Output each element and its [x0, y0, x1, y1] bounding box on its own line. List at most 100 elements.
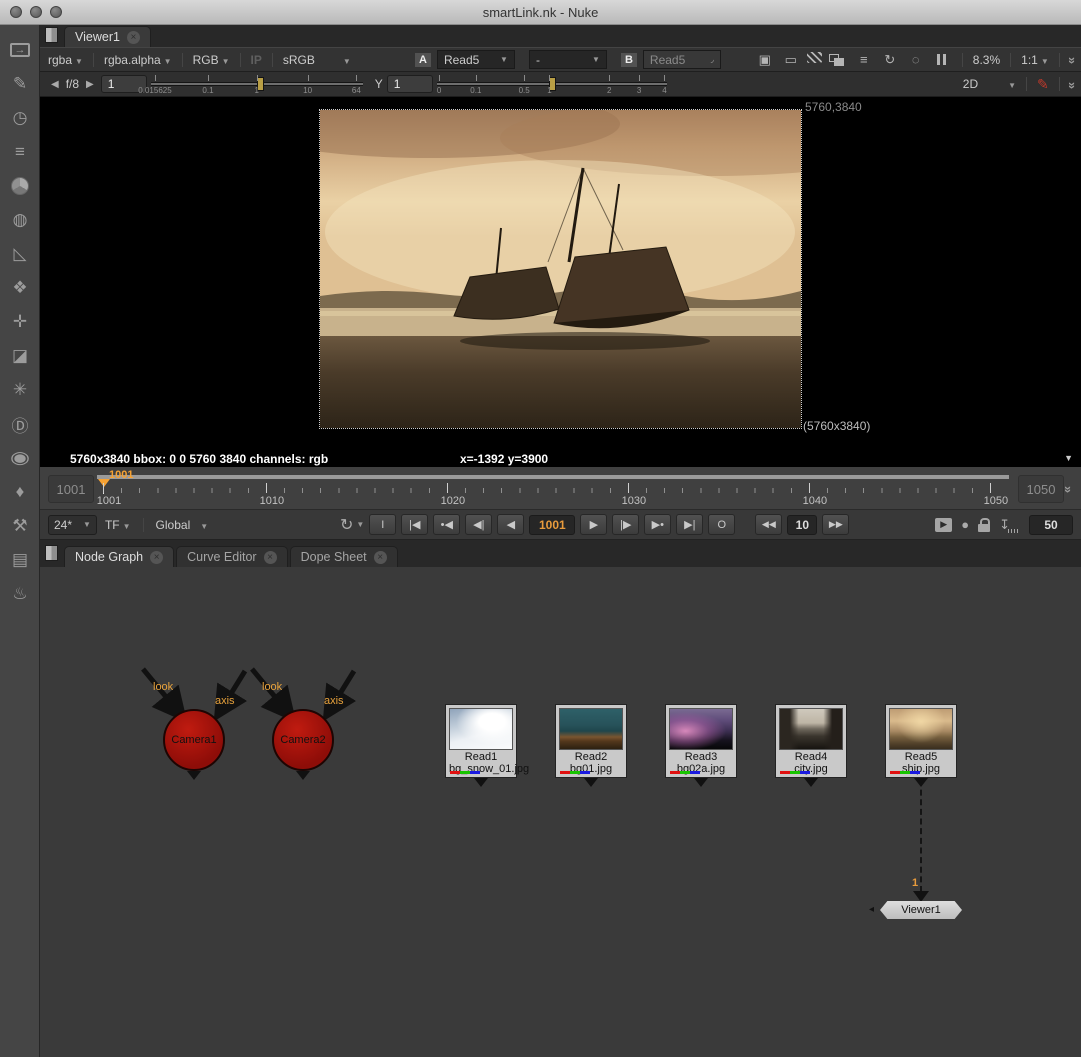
step-back-button[interactable]: ◀|	[465, 514, 492, 535]
transform-move-icon[interactable]: ✛	[0, 305, 40, 339]
play-backward-button[interactable]: ◀	[497, 514, 524, 535]
node-read2[interactable]: Read2bg01.jpg	[555, 704, 627, 778]
increment-frame-button[interactable]: ▶▶	[822, 514, 849, 535]
fps-select[interactable]: 24*▼	[48, 515, 97, 535]
pane-menu-icon[interactable]	[45, 27, 58, 43]
roi-icon[interactable]: ◌	[906, 52, 926, 68]
timeline-ruler[interactable]: 1001 100110101020103010401050	[97, 473, 1009, 507]
editor-tabbar: Node Graph×Curve Editor×Dope Sheet×	[40, 540, 1081, 567]
node-read4[interactable]: Read4city.jpg	[775, 704, 847, 778]
deep-icon[interactable]: Ⓓ	[0, 407, 40, 441]
b-input-select[interactable]: Read5◞	[643, 50, 721, 69]
collapse-chevron-icon[interactable]: »	[1065, 57, 1080, 62]
other-drawer-icon[interactable]: ▤	[0, 543, 40, 577]
annotation-pen-icon[interactable]: ✎	[1037, 76, 1049, 93]
viewer-canvas[interactable]: 5760,3840 (5760x3840)	[40, 97, 1081, 450]
range-end-input[interactable]: 1050	[1018, 475, 1064, 503]
node-read1[interactable]: Read1bg_snow_01.jpg	[445, 704, 517, 778]
fstop-label[interactable]: f/8	[66, 77, 79, 91]
pixel-aspect-select[interactable]: 1:1▼	[1021, 53, 1049, 67]
prev-keyframe-button[interactable]: •◀	[433, 514, 460, 535]
channel-layer-select[interactable]: rgba▼	[48, 53, 83, 67]
frame-range-select[interactable]: Global▼	[156, 518, 209, 532]
stack-mode-icon[interactable]: ≡	[854, 52, 874, 68]
refresh-icon[interactable]: ↻	[880, 52, 900, 68]
next-keyframe-button[interactable]: ▶•	[644, 514, 671, 535]
play-forward-button[interactable]: ▶	[580, 514, 607, 535]
color-wheel-icon[interactable]	[0, 169, 40, 203]
display-channel-select[interactable]: RGB▼	[193, 53, 230, 67]
gain-slider[interactable]: 0.0156250.111064	[151, 73, 363, 95]
node-viewer1[interactable]: Viewer1	[880, 901, 962, 919]
overlay-compare-icon[interactable]	[828, 52, 848, 68]
range-loop-button[interactable]: O	[708, 514, 735, 535]
channel-bars-icon[interactable]: ≡	[0, 135, 40, 169]
particles-icon[interactable]: ✳	[0, 373, 40, 407]
gain-display-icon[interactable]: ▣	[755, 52, 775, 68]
time-clock-icon[interactable]: ◷	[0, 101, 40, 135]
tab-dope-sheet[interactable]: Dope Sheet×	[290, 546, 398, 567]
furnace-flame-icon[interactable]: ♨	[0, 577, 40, 611]
a-input-select[interactable]: Read5▼	[437, 50, 515, 69]
zoom-level[interactable]: 8.3%	[973, 53, 1000, 67]
camera-node-body[interactable]: Camera2	[272, 709, 334, 771]
node-read5[interactable]: Read5ship.jpg	[885, 704, 957, 778]
frame-increment-input[interactable]: 10	[787, 515, 817, 535]
play-flipbook-icon[interactable]: ▶	[935, 518, 952, 532]
close-tab-icon[interactable]: ×	[264, 551, 277, 564]
view-mode-select[interactable]: 2D▼	[963, 77, 1016, 91]
current-frame-input[interactable]: 1001	[529, 515, 575, 535]
draw-pencil-icon[interactable]: ✎	[0, 67, 40, 101]
tab-curve-editor[interactable]: Curve Editor×	[176, 546, 287, 567]
filter-pattern-icon[interactable]: ◍	[0, 203, 40, 237]
mask-display-icon[interactable]: ▭	[781, 52, 801, 68]
goto-end-button[interactable]: ▶|	[676, 514, 703, 535]
status-menu-icon[interactable]: ▼	[1064, 453, 1073, 463]
3d-cube-icon[interactable]: ◪	[0, 339, 40, 373]
keyer-sampler-icon[interactable]: ◺	[0, 237, 40, 271]
collapse-chevron-icon[interactable]: »	[1065, 81, 1080, 86]
desired-fps-input[interactable]: 50	[1029, 515, 1073, 535]
minimize-window-icon[interactable]	[30, 6, 42, 18]
alpha-channel-select[interactable]: rgba.alpha▼	[104, 53, 172, 67]
stop-up-icon[interactable]: ▶	[83, 79, 97, 90]
node-read3[interactable]: Read3bg02a.jpg	[665, 704, 737, 778]
gamma-input[interactable]: 1	[387, 75, 433, 93]
range-start-input[interactable]: 1001	[48, 475, 94, 503]
decrement-frame-button[interactable]: ◀◀	[755, 514, 782, 535]
close-tab-icon[interactable]: ×	[127, 31, 140, 44]
viewer-colorspace-select[interactable]: sRGB▼	[283, 53, 351, 67]
camera-node-body[interactable]: Camera1	[163, 709, 225, 771]
loop-mode-icon[interactable]: ↻▼	[340, 515, 364, 535]
goto-start-button[interactable]: |◀	[401, 514, 428, 535]
metadata-tag-icon[interactable]: ♦	[0, 475, 40, 509]
wipe-icon[interactable]	[807, 52, 822, 63]
compare-op-select[interactable]: -▼	[529, 50, 607, 69]
record-icon[interactable]: ●	[961, 517, 969, 532]
render-to-timeline-icon[interactable]: ↧	[999, 517, 1019, 533]
input-mode-button[interactable]: I	[369, 514, 396, 535]
image-resolution-label: (5760x3840)	[803, 419, 870, 433]
title-bar[interactable]: smartLink.nk - Nuke	[0, 0, 1081, 25]
lock-range-icon[interactable]	[978, 518, 990, 532]
playback-mode-select[interactable]: TF▼	[105, 518, 131, 532]
merge-layers-icon[interactable]: ❖	[0, 271, 40, 305]
close-window-icon[interactable]	[10, 6, 22, 18]
tab-viewer1[interactable]: Viewer1 ×	[64, 26, 151, 47]
toolsets-wrench-icon[interactable]: ⚒	[0, 509, 40, 543]
stop-down-icon[interactable]: ◀	[48, 79, 62, 90]
pause-icon[interactable]	[932, 52, 952, 68]
node-graph[interactable]: 1 ◂ Viewer1 lookaxisCamera1lookaxisCamer…	[40, 567, 1081, 1057]
tab-node-graph[interactable]: Node Graph×	[64, 546, 174, 567]
collapse-chevron-icon[interactable]: »	[1061, 486, 1076, 491]
image-read-icon[interactable]: →	[0, 33, 40, 67]
input-process-toggle[interactable]: IP	[251, 53, 262, 67]
range-bar[interactable]	[97, 475, 1009, 479]
node-camera2[interactable]: lookaxisCamera2	[234, 667, 374, 797]
gamma-slider[interactable]: 00.10.51234	[437, 73, 667, 95]
zoom-window-icon[interactable]	[50, 6, 62, 18]
close-tab-icon[interactable]: ×	[374, 551, 387, 564]
pane-menu-icon[interactable]	[45, 545, 58, 561]
step-forward-button[interactable]: |▶	[612, 514, 639, 535]
close-tab-icon[interactable]: ×	[150, 551, 163, 564]
